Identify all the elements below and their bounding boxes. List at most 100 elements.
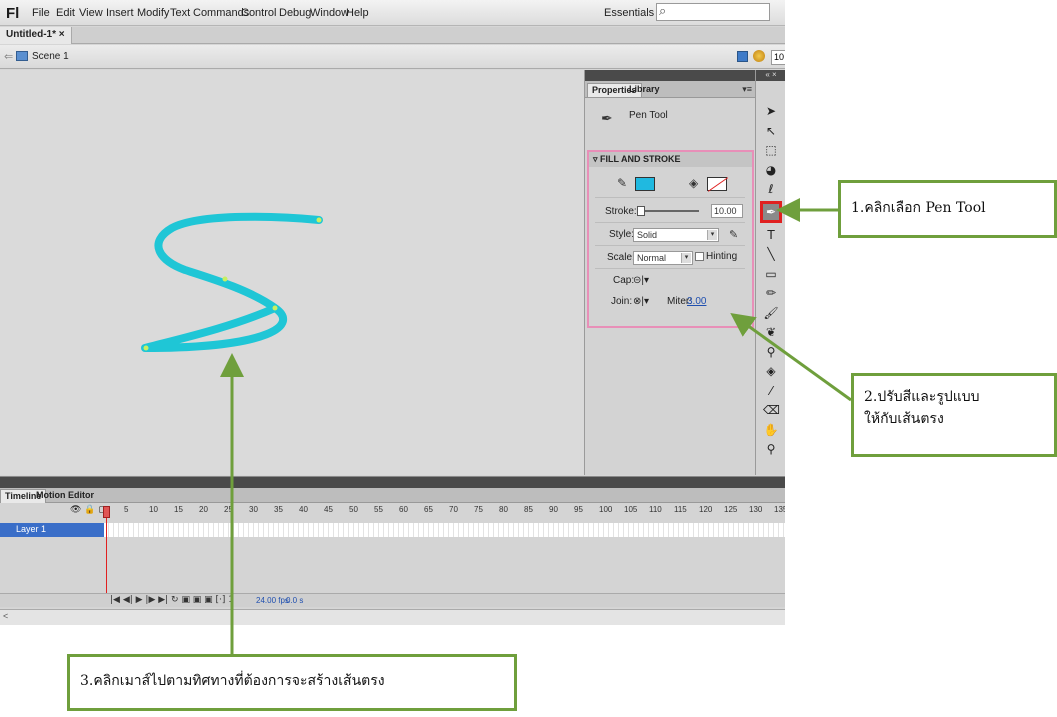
layer-visibility-lock-outline-icons[interactable]: 👁 🔒 ▢: [70, 505, 107, 515]
panel-tabs: Properties Library ▾≡: [585, 81, 756, 98]
menu-help[interactable]: Help: [346, 7, 369, 19]
horizontal-scrollbar[interactable]: <: [0, 609, 785, 625]
line-icon[interactable]: ╲: [763, 246, 779, 262]
playback-controls[interactable]: |◀ ◀| ▶ |▶ ▶| ↻ ▣ ▣ ▣ [·] 1: [110, 595, 234, 605]
style-value: Solid: [637, 230, 658, 240]
callout-select-pen-tool: 1.คลิกเลือก Pen Tool: [838, 180, 1057, 238]
frame-number: 125: [724, 505, 738, 514]
stroke-slider-track[interactable]: [637, 210, 699, 212]
stroke-width-input[interactable]: 10.00: [711, 204, 743, 218]
stroke-label: Stroke:: [605, 206, 637, 217]
layer-row[interactable]: Layer 1: [0, 523, 104, 537]
miter-value[interactable]: 3.00: [687, 296, 706, 307]
frame-rate[interactable]: 24.00 fps: [256, 596, 289, 605]
edit-stroke-style-icon[interactable]: ✎: [729, 228, 738, 241]
stroke-path: [141, 212, 323, 352]
panel-titlebar[interactable]: [585, 70, 756, 81]
menu-file[interactable]: File: [32, 7, 50, 19]
frame-number: 5: [124, 505, 129, 514]
fill-color-swatch[interactable]: [707, 177, 727, 191]
frame-ruler[interactable]: 1510152025303540455055606570758085909510…: [104, 505, 785, 519]
menu-text[interactable]: Text: [170, 7, 190, 19]
menu-modify[interactable]: Modify: [137, 7, 169, 19]
style-label: Style:: [609, 229, 635, 240]
frames-row[interactable]: [104, 523, 785, 537]
timeline-tabs: Timeline Motion Editor: [0, 488, 785, 503]
pencil-icon[interactable]: ✏: [763, 285, 779, 301]
frame-number: 80: [499, 505, 508, 514]
menu-debug[interactable]: Debug: [279, 7, 311, 19]
scale-dropdown[interactable]: Normal ▾: [633, 251, 693, 265]
divider: [595, 222, 745, 223]
search-icon: ⌕: [659, 3, 667, 18]
stroke-color-swatch[interactable]: [635, 177, 655, 191]
frame-number: 75: [474, 505, 483, 514]
hand-icon[interactable]: ✋: [763, 422, 779, 438]
frame-number: 35: [274, 505, 283, 514]
cap-label: Cap:: [613, 275, 635, 286]
section-header[interactable]: ▿ FILL AND STROKE: [589, 152, 752, 167]
tools-panel: « × ➤ ↖ ⬚ ◕ ℓ ✒ T ╲ ▭ ✏ 🖌 ❦ ⚲ ◈ ⁄ ⌫ ✋ ⚲: [755, 70, 785, 475]
zoom-field[interactable]: 10: [771, 50, 785, 65]
menu-edit[interactable]: Edit: [56, 7, 75, 19]
paint-bucket-icon[interactable]: ◈: [763, 363, 779, 379]
eyedropper-icon[interactable]: ⁄: [763, 383, 779, 399]
menu-window[interactable]: Window: [310, 7, 349, 19]
cap-dropdown[interactable]: ⊝|▾: [633, 275, 649, 286]
help-search-input[interactable]: ⌕: [656, 3, 770, 21]
tab-motion-editor[interactable]: Motion Editor: [32, 489, 98, 503]
callout-2-line-2: ให้กับเส้นตรง: [864, 411, 944, 427]
panel-menu-icon[interactable]: ▾≡: [742, 84, 752, 95]
menu-control[interactable]: Control: [241, 7, 276, 19]
lasso-icon[interactable]: ℓ: [763, 181, 779, 197]
tab-library[interactable]: Library: [625, 83, 664, 97]
bone-icon[interactable]: ⚲: [763, 344, 779, 360]
menu-insert[interactable]: Insert: [106, 7, 134, 19]
pen-icon[interactable]: ✒: [763, 204, 779, 220]
brush-icon[interactable]: 🖌: [763, 305, 779, 321]
tool-name: Pen Tool: [629, 110, 668, 121]
workspace-switcher[interactable]: Essentials ▾: [604, 6, 663, 19]
selection-arrow-icon[interactable]: ➤: [763, 103, 779, 119]
drawn-path: [141, 212, 323, 352]
menu-view[interactable]: View: [79, 7, 103, 19]
style-dropdown[interactable]: Solid ▾: [633, 228, 719, 242]
deco-icon[interactable]: ❦: [763, 324, 779, 340]
chevron-down-icon: ▾: [681, 253, 691, 263]
rectangle-icon[interactable]: ▭: [763, 266, 779, 282]
back-arrow-icon[interactable]: ⇐: [4, 50, 13, 63]
flash-window: Fl File Edit View Insert Modify Text Com…: [0, 0, 785, 625]
hinting-checkbox[interactable]: [695, 252, 704, 261]
subselection-icon[interactable]: ↖: [763, 123, 779, 139]
3d-rotation-icon[interactable]: ◕: [763, 162, 779, 178]
zoom-icon[interactable]: ⚲: [763, 441, 779, 457]
stage-canvas[interactable]: [0, 70, 584, 475]
anchor-point: [316, 217, 322, 223]
timeline-titlebar[interactable]: [0, 477, 785, 488]
document-tab[interactable]: Untitled-1* ×: [0, 27, 72, 44]
stroke-slider-thumb[interactable]: [637, 206, 645, 216]
pencil-icon: ✎: [617, 176, 628, 190]
menu-bar: Fl File Edit View Insert Modify Text Com…: [0, 0, 785, 26]
anchor-point: [222, 276, 228, 282]
join-dropdown[interactable]: ⊗|▾: [633, 296, 649, 307]
edit-scene-icon[interactable]: [737, 51, 748, 62]
frame-number: 20: [199, 505, 208, 514]
frame-number: 130: [749, 505, 763, 514]
scroll-left-arrow[interactable]: <: [3, 611, 8, 621]
scale-label: Scale:: [607, 252, 635, 263]
scale-value: Normal: [637, 253, 667, 263]
anchor-point: [143, 345, 149, 351]
eraser-icon[interactable]: ⌫: [763, 402, 780, 418]
frame-number: 115: [674, 505, 687, 514]
layer-name[interactable]: Layer 1: [16, 524, 46, 534]
free-transform-icon[interactable]: ⬚: [763, 142, 779, 158]
tools-titlebar[interactable]: « ×: [756, 70, 785, 81]
frame-number: 25: [224, 505, 233, 514]
edit-symbols-icon[interactable]: [753, 50, 765, 62]
pen-tool-icon: ✒: [601, 111, 613, 127]
playhead-handle[interactable]: [103, 506, 110, 518]
text-icon[interactable]: T: [763, 227, 779, 243]
frame-number: 110: [649, 505, 662, 514]
document-tabs: Untitled-1* ×: [0, 27, 785, 44]
